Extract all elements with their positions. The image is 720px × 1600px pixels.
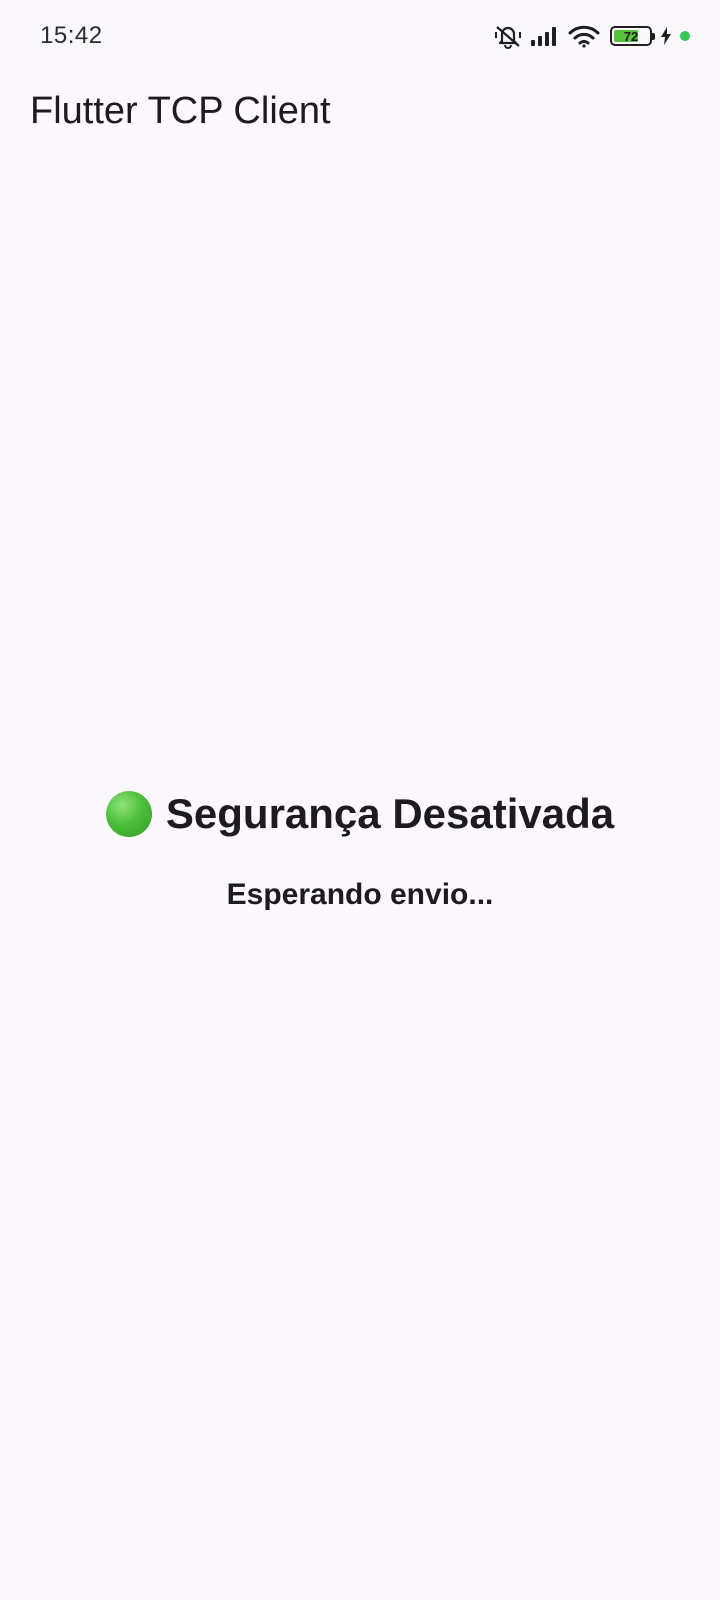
status-icons: 72 (494, 22, 690, 50)
waiting-text: Esperando envio... (226, 878, 494, 911)
screen: 15:42 72 Flutter TCP Client Segurança De… (0, 0, 720, 1600)
green-circle-icon (105, 791, 152, 837)
security-status-text: Segurança Desativada (165, 790, 615, 837)
battery-icon: 72 (610, 26, 655, 46)
wifi-icon (568, 24, 600, 48)
privacy-dot-icon (680, 31, 690, 41)
connection-status: Segurança Desativada Esperando envio... (0, 790, 720, 912)
bell-off-icon (494, 23, 522, 49)
status-bar-time: 15:42 (40, 22, 103, 49)
security-status: Segurança Desativada (105, 790, 615, 838)
battery-level-text: 72 (623, 28, 639, 44)
status-bar: 15:42 72 (0, 0, 720, 72)
signal-icon (530, 25, 560, 47)
app-bar: Flutter TCP Client (0, 72, 720, 152)
charging-bolt-icon (660, 26, 672, 46)
app-title: Flutter TCP Client (30, 90, 331, 132)
